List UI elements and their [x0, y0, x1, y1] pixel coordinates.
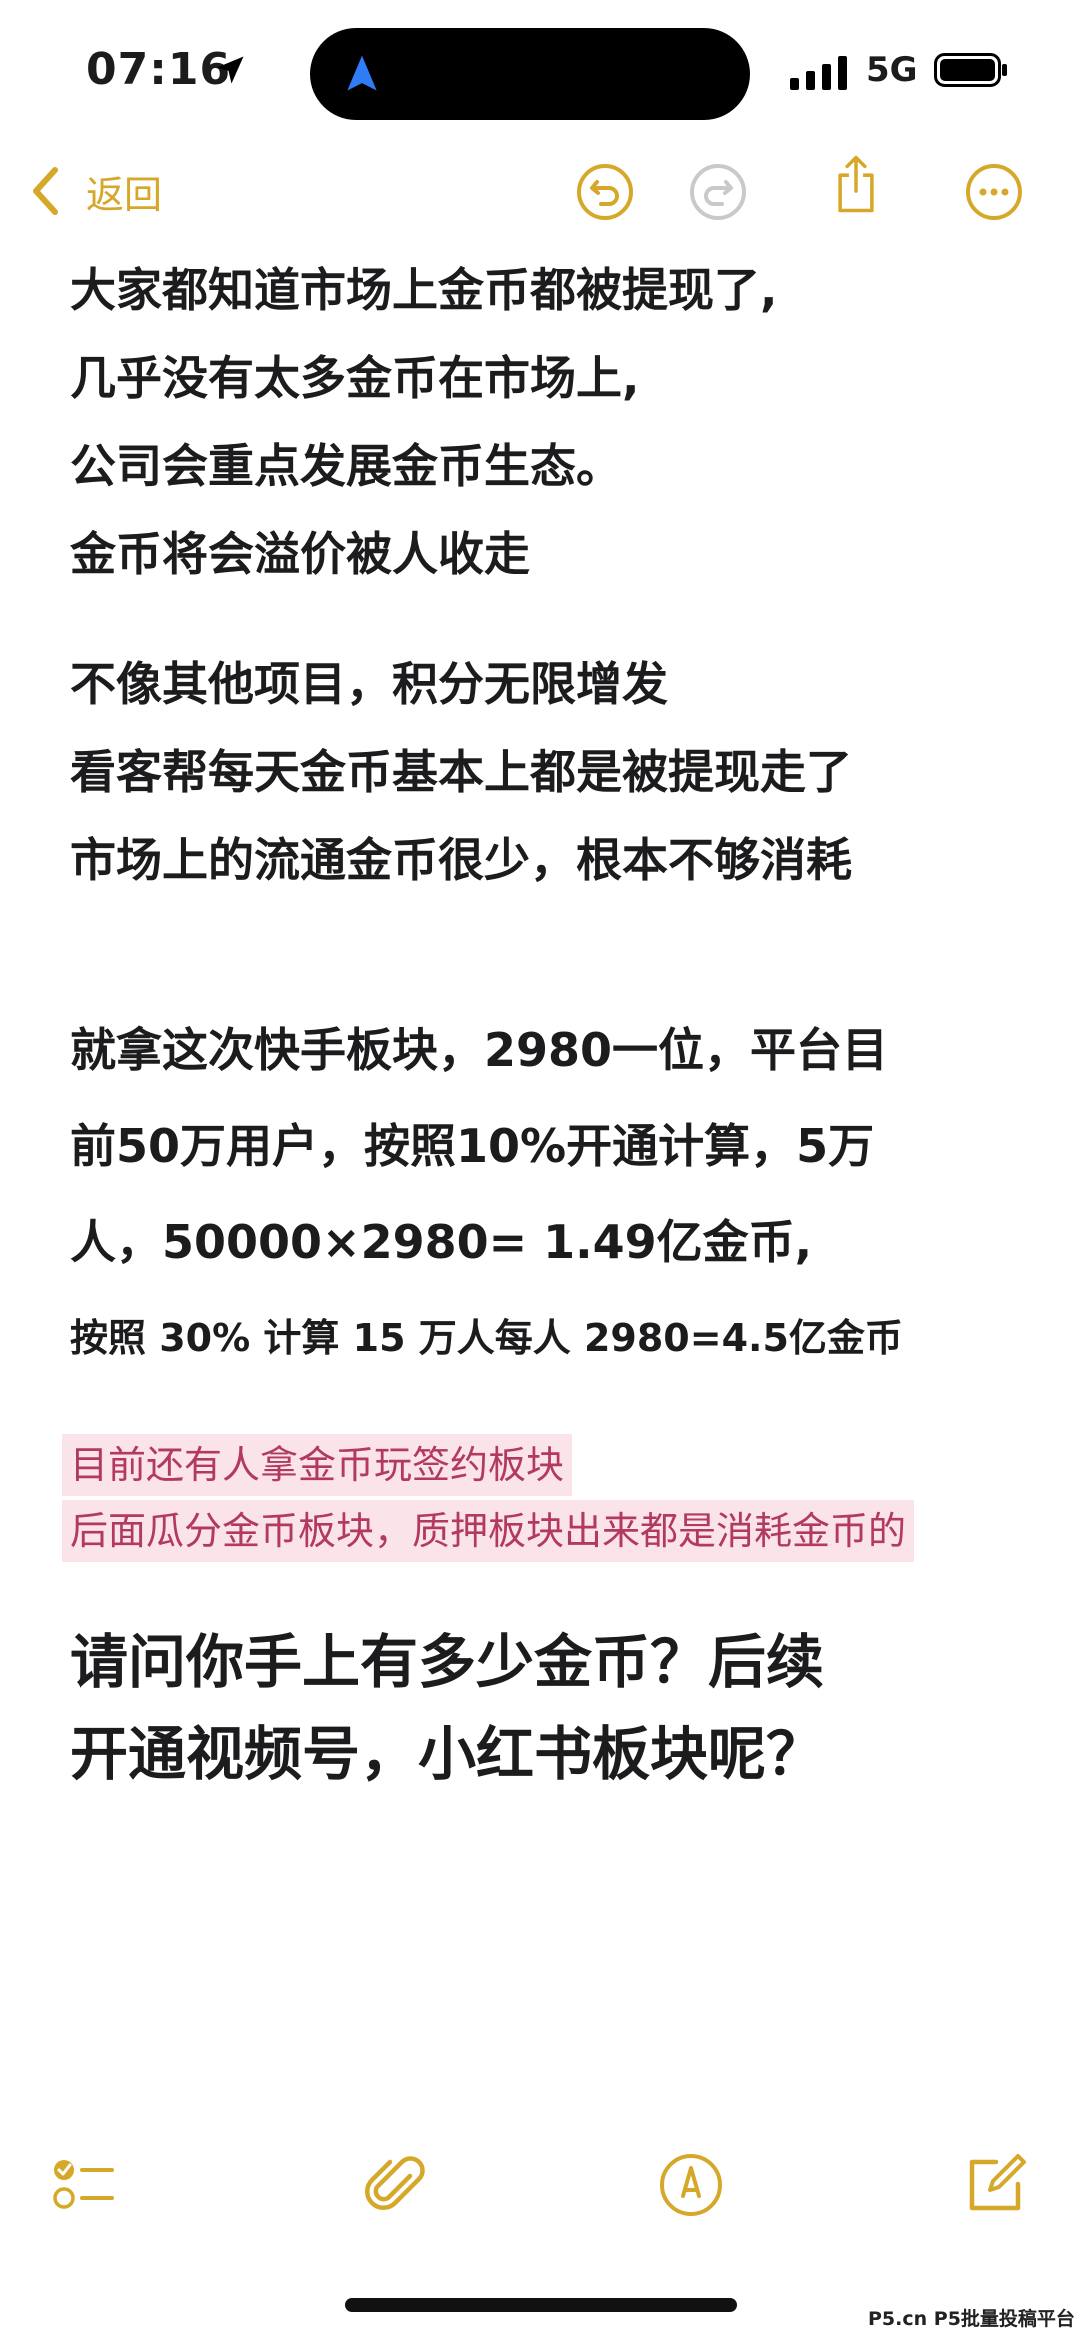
- markup-pen-icon[interactable]: [656, 2150, 726, 2220]
- checklist-icon[interactable]: [50, 2150, 120, 2220]
- status-bar: 07:16 5G: [0, 0, 1080, 140]
- text-line: 不像其他项目，积分无限增发: [70, 657, 668, 711]
- cellular-signal-icon: [790, 56, 847, 90]
- paragraph-2: 不像其他项目，积分无限增发 看客帮每天金币基本上都是被提现走了 市场上的流通金币…: [70, 640, 1030, 904]
- redo-icon[interactable]: [688, 162, 748, 222]
- text-line: 前50万用户，按照10%开通计算，5万: [70, 1119, 875, 1173]
- status-time: 07:16: [86, 44, 232, 95]
- question-paragraph: 请问你手上有多少金币？后续 开通视频号，小红书板块呢？: [70, 1616, 1030, 1800]
- text-line: 几乎没有太多金币在市场上,: [70, 351, 640, 405]
- paragraph-1: 大家都知道市场上金币都被提现了, 几乎没有太多金币在市场上, 公司会重点发展金币…: [70, 246, 1030, 598]
- bottom-toolbar: [0, 2150, 1080, 2230]
- note-body[interactable]: 大家都知道市场上金币都被提现了, 几乎没有太多金币在市场上, 公司会重点发展金币…: [62, 246, 1030, 1800]
- question-line: 请问你手上有多少金币？后续: [70, 1628, 825, 1696]
- navigation-icon: [347, 55, 377, 91]
- text-line: 人，50000×2980= 1.49亿金币,: [70, 1215, 813, 1269]
- text-line: 看客帮每天金币基本上都是被提现走了: [70, 745, 852, 799]
- highlighted-paragraph: 目前还有人拿金币玩签约板块 后面瓜分金币板块，质押板块出来都是消耗金币的: [62, 1434, 1030, 1566]
- text-line-small: 按照 30% 计算 15 万人每人 2980=4.5亿金币: [70, 1316, 903, 1360]
- paragraph-3: 就拿这次快手板块，2980一位，平台目 前50万用户，按照10%开通计算，5万 …: [70, 1002, 1030, 1386]
- attachment-icon[interactable]: [360, 2150, 430, 2220]
- highlighted-text: 后面瓜分金币板块，质押板块出来都是消耗金币的: [62, 1500, 915, 1562]
- question-line: 开通视频号，小红书板块呢？: [70, 1720, 825, 1788]
- back-chevron-icon[interactable]: [28, 164, 64, 218]
- text-line: 市场上的流通金币很少，根本不够消耗: [70, 833, 852, 887]
- watermark: P5.cn P5批量投稿平台: [868, 2308, 1075, 2330]
- undo-icon[interactable]: [575, 162, 635, 222]
- text-line: 金币将会溢价被人收走: [70, 527, 530, 581]
- battery-icon: [934, 53, 1007, 87]
- share-icon[interactable]: [826, 154, 886, 214]
- text-line: 公司会重点发展金币生态。: [70, 439, 622, 493]
- text-line: 大家都知道市场上金币都被提现了,: [70, 263, 778, 317]
- home-indicator[interactable]: [345, 2298, 737, 2312]
- network-type: 5G: [866, 50, 918, 90]
- location-arrow-icon: [216, 56, 244, 84]
- highlighted-text: 目前还有人拿金币玩签约板块: [62, 1434, 573, 1496]
- compose-icon[interactable]: [960, 2150, 1030, 2220]
- more-options-icon[interactable]: [964, 162, 1024, 222]
- notes-nav-bar: 返回: [0, 150, 1080, 230]
- dynamic-island: [310, 28, 750, 120]
- back-button[interactable]: 返回: [86, 164, 162, 219]
- text-line: 就拿这次快手板块，2980一位，平台目: [70, 1023, 889, 1077]
